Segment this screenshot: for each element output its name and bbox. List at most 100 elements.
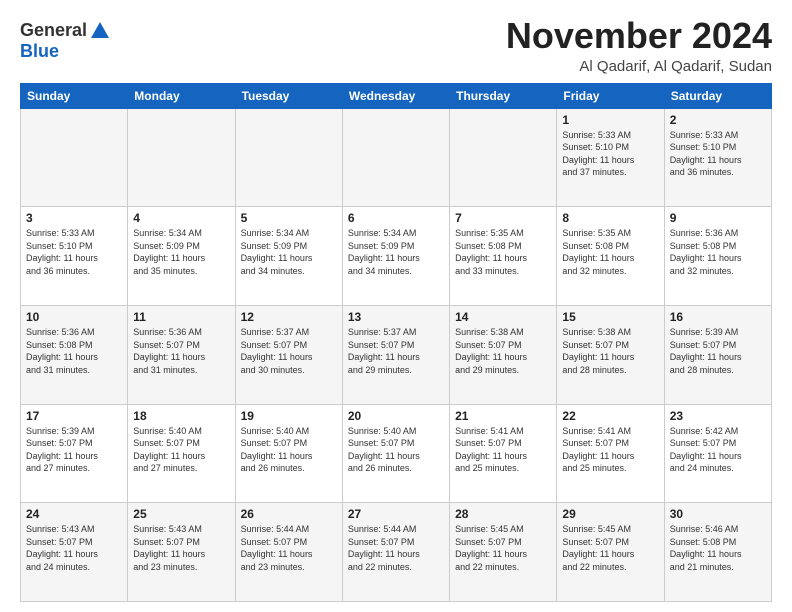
location-text: Al Qadarif, Al Qadarif, Sudan [506, 58, 772, 75]
header: General Blue November 2024 Al Qadarif, A… [20, 16, 772, 75]
day-number: 4 [133, 211, 229, 225]
day-info: Sunrise: 5:39 AM Sunset: 5:07 PM Dayligh… [26, 425, 122, 475]
day-number: 28 [455, 507, 551, 521]
table-row: 5 Sunrise: 5:34 AM Sunset: 5:09 PM Daylig… [235, 207, 342, 306]
table-row [450, 108, 557, 207]
day-info: Sunrise: 5:45 AM Sunset: 5:07 PM Dayligh… [562, 523, 658, 573]
col-saturday: Saturday [664, 83, 771, 108]
table-row: 16Sunrise: 5:39 AM Sunset: 5:07 PM Dayli… [664, 305, 771, 404]
col-monday: Monday [128, 83, 235, 108]
day-info: Sunrise: 5:40 AM Sunset: 5:07 PM Dayligh… [348, 425, 444, 475]
day-number: 21 [455, 409, 551, 423]
table-row: 3 Sunrise: 5:33 AM Sunset: 5:10 PM Daylig… [21, 207, 128, 306]
day-number: 15 [562, 310, 658, 324]
day-info: Sunrise: 5:33 AM Sunset: 5:10 PM Dayligh… [562, 129, 658, 179]
table-row: 2 Sunrise: 5:33 AM Sunset: 5:10 PM Daylig… [664, 108, 771, 207]
calendar-table: Sunday Monday Tuesday Wednesday Thursday… [20, 83, 772, 602]
day-number: 24 [26, 507, 122, 521]
day-info: Sunrise: 5:40 AM Sunset: 5:07 PM Dayligh… [133, 425, 229, 475]
day-number: 5 [241, 211, 337, 225]
day-number: 11 [133, 310, 229, 324]
col-friday: Friday [557, 83, 664, 108]
table-row: 18 Sunrise: 5:40 AM Sunset: 5:07 PM Dayli… [128, 404, 235, 503]
table-row: 14 Sunrise: 5:38 AM Sunset: 5:07 PM Dayli… [450, 305, 557, 404]
day-info: Sunrise: 5:35 AM Sunset: 5:08 PM Dayligh… [562, 227, 658, 277]
day-info: Sunrise: 5:33 AM Sunset: 5:10 PM Dayligh… [26, 227, 122, 277]
day-number: 3 [26, 211, 122, 225]
day-number: 8 [562, 211, 658, 225]
day-info: Sunrise: 5:44 AM Sunset: 5:07 PM Dayligh… [241, 523, 337, 573]
calendar-week-row: 3 Sunrise: 5:33 AM Sunset: 5:10 PM Daylig… [21, 207, 772, 306]
day-info: Sunrise: 5:41 AM Sunset: 5:07 PM Dayligh… [455, 425, 551, 475]
table-row: 19 Sunrise: 5:40 AM Sunset: 5:07 PM Dayli… [235, 404, 342, 503]
day-info: Sunrise: 5:40 AM Sunset: 5:07 PM Dayligh… [241, 425, 337, 475]
col-tuesday: Tuesday [235, 83, 342, 108]
day-number: 22 [562, 409, 658, 423]
col-thursday: Thursday [450, 83, 557, 108]
day-number: 7 [455, 211, 551, 225]
calendar-week-row: 17Sunrise: 5:39 AM Sunset: 5:07 PM Dayli… [21, 404, 772, 503]
logo-general-text: General [20, 21, 87, 41]
day-info: Sunrise: 5:37 AM Sunset: 5:07 PM Dayligh… [241, 326, 337, 376]
day-number: 16 [670, 310, 766, 324]
table-row: 7 Sunrise: 5:35 AM Sunset: 5:08 PM Daylig… [450, 207, 557, 306]
table-row: 12 Sunrise: 5:37 AM Sunset: 5:07 PM Dayli… [235, 305, 342, 404]
calendar-week-row: 10 Sunrise: 5:36 AM Sunset: 5:08 PM Dayli… [21, 305, 772, 404]
calendar-header-row: Sunday Monday Tuesday Wednesday Thursday… [21, 83, 772, 108]
table-row: 29 Sunrise: 5:45 AM Sunset: 5:07 PM Dayli… [557, 503, 664, 602]
table-row: 9Sunrise: 5:36 AM Sunset: 5:08 PM Daylig… [664, 207, 771, 306]
day-info: Sunrise: 5:34 AM Sunset: 5:09 PM Dayligh… [133, 227, 229, 277]
calendar-week-row: 1 Sunrise: 5:33 AM Sunset: 5:10 PM Daylig… [21, 108, 772, 207]
day-info: Sunrise: 5:46 AM Sunset: 5:08 PM Dayligh… [670, 523, 766, 573]
day-info: Sunrise: 5:33 AM Sunset: 5:10 PM Dayligh… [670, 129, 766, 179]
table-row: 23 Sunrise: 5:42 AM Sunset: 5:07 PM Dayli… [664, 404, 771, 503]
col-wednesday: Wednesday [342, 83, 449, 108]
day-info: Sunrise: 5:43 AM Sunset: 5:07 PM Dayligh… [26, 523, 122, 573]
day-info: Sunrise: 5:45 AM Sunset: 5:07 PM Dayligh… [455, 523, 551, 573]
table-row: 15 Sunrise: 5:38 AM Sunset: 5:07 PM Dayli… [557, 305, 664, 404]
day-number: 18 [133, 409, 229, 423]
day-info: Sunrise: 5:42 AM Sunset: 5:07 PM Dayligh… [670, 425, 766, 475]
day-number: 27 [348, 507, 444, 521]
day-info: Sunrise: 5:34 AM Sunset: 5:09 PM Dayligh… [348, 227, 444, 277]
day-info: Sunrise: 5:35 AM Sunset: 5:08 PM Dayligh… [455, 227, 551, 277]
day-info: Sunrise: 5:44 AM Sunset: 5:07 PM Dayligh… [348, 523, 444, 573]
day-info: Sunrise: 5:37 AM Sunset: 5:07 PM Dayligh… [348, 326, 444, 376]
table-row [342, 108, 449, 207]
logo: General Blue [20, 20, 111, 62]
day-number: 9 [670, 211, 766, 225]
day-info: Sunrise: 5:34 AM Sunset: 5:09 PM Dayligh… [241, 227, 337, 277]
day-number: 19 [241, 409, 337, 423]
table-row: 13 Sunrise: 5:37 AM Sunset: 5:07 PM Dayli… [342, 305, 449, 404]
day-number: 2 [670, 113, 766, 127]
day-number: 30 [670, 507, 766, 521]
table-row: 25Sunrise: 5:43 AM Sunset: 5:07 PM Dayli… [128, 503, 235, 602]
day-number: 1 [562, 113, 658, 127]
day-info: Sunrise: 5:38 AM Sunset: 5:07 PM Dayligh… [562, 326, 658, 376]
day-number: 10 [26, 310, 122, 324]
table-row [235, 108, 342, 207]
day-number: 23 [670, 409, 766, 423]
table-row: 21 Sunrise: 5:41 AM Sunset: 5:07 PM Dayli… [450, 404, 557, 503]
day-number: 29 [562, 507, 658, 521]
table-row: 27 Sunrise: 5:44 AM Sunset: 5:07 PM Dayli… [342, 503, 449, 602]
col-sunday: Sunday [21, 83, 128, 108]
table-row: 1 Sunrise: 5:33 AM Sunset: 5:10 PM Daylig… [557, 108, 664, 207]
calendar-week-row: 24 Sunrise: 5:43 AM Sunset: 5:07 PM Dayli… [21, 503, 772, 602]
day-number: 20 [348, 409, 444, 423]
day-number: 14 [455, 310, 551, 324]
day-info: Sunrise: 5:43 AM Sunset: 5:07 PM Dayligh… [133, 523, 229, 573]
month-title: November 2024 [506, 16, 772, 56]
title-block: November 2024 Al Qadarif, Al Qadarif, Su… [506, 16, 772, 75]
day-number: 12 [241, 310, 337, 324]
day-number: 26 [241, 507, 337, 521]
table-row: 26 Sunrise: 5:44 AM Sunset: 5:07 PM Dayli… [235, 503, 342, 602]
table-row: 8 Sunrise: 5:35 AM Sunset: 5:08 PM Daylig… [557, 207, 664, 306]
day-info: Sunrise: 5:36 AM Sunset: 5:07 PM Dayligh… [133, 326, 229, 376]
day-info: Sunrise: 5:38 AM Sunset: 5:07 PM Dayligh… [455, 326, 551, 376]
table-row: 24 Sunrise: 5:43 AM Sunset: 5:07 PM Dayli… [21, 503, 128, 602]
day-number: 13 [348, 310, 444, 324]
logo-icon [89, 20, 111, 42]
day-info: Sunrise: 5:36 AM Sunset: 5:08 PM Dayligh… [26, 326, 122, 376]
table-row: 28 Sunrise: 5:45 AM Sunset: 5:07 PM Dayli… [450, 503, 557, 602]
